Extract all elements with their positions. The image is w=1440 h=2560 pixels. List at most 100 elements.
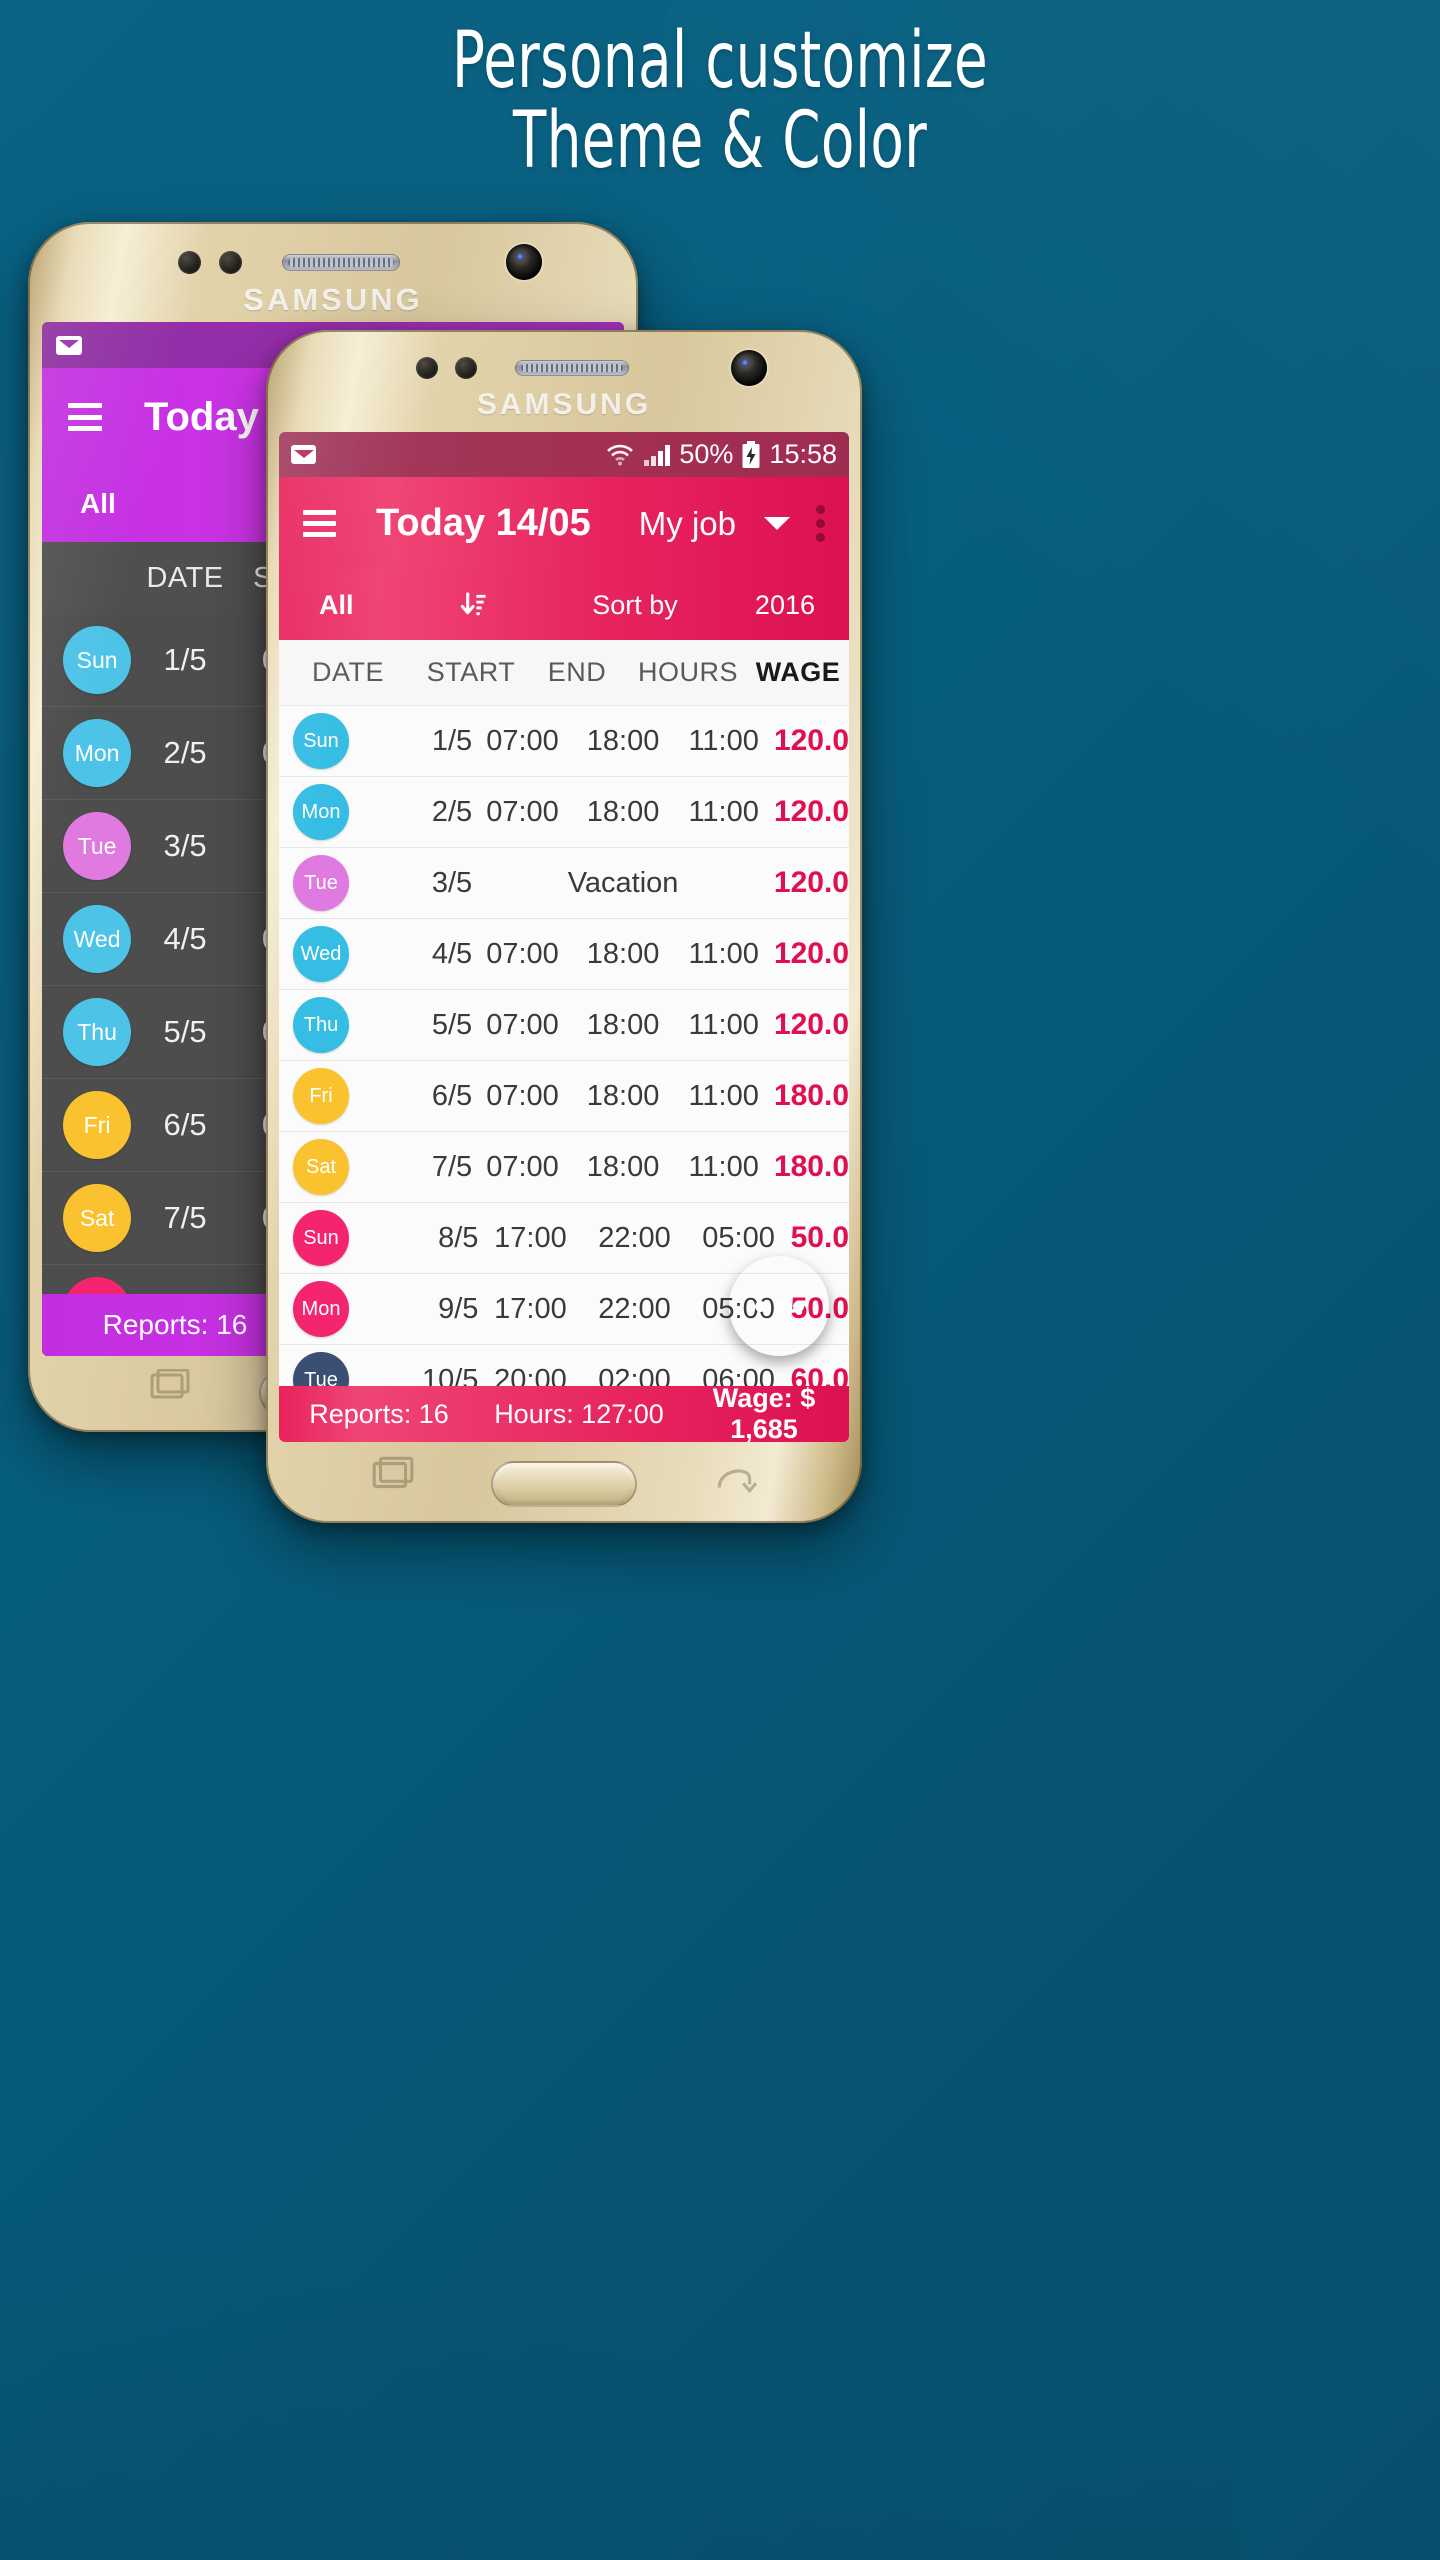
cell-hours: 05:00 [702, 1221, 775, 1254]
job-selector-label: My job [638, 504, 736, 542]
sort-by-button[interactable]: Sort by [549, 590, 721, 621]
more-options-fab[interactable] [729, 1256, 829, 1356]
cell-date: 4/5 [431, 937, 473, 970]
day-chip: Tue [293, 855, 349, 911]
day-chip: Thu [293, 997, 349, 1053]
cell-hours: 11:00 [688, 724, 759, 757]
headline-line-2: Theme & Color [512, 95, 928, 186]
footer-reports: Reports: 16 [309, 1398, 449, 1429]
hamburger-icon[interactable] [68, 403, 102, 431]
cell-end: 18:00 [586, 1008, 660, 1041]
phone-back-brand-label: SAMSUNG [243, 282, 423, 317]
cell-end: 18:00 [586, 1079, 660, 1112]
cell-hours: 11:00 [688, 795, 759, 828]
cell-start: 07:00 [486, 724, 559, 757]
cell-date: 3/5 [431, 866, 473, 899]
cell-date: 4/5 [163, 921, 207, 956]
table-row[interactable]: Thu 5/5 07:00 18:00 11:00 120.0 [279, 990, 849, 1061]
back-nav-icon[interactable] [714, 1458, 758, 1499]
background-shadow [0, 1647, 1294, 2560]
cell-end: 22:00 [598, 1292, 671, 1325]
year-filter-button[interactable]: 2016 [721, 590, 849, 621]
status-bar-clock: 15:58 [769, 439, 837, 469]
recents-nav-icon[interactable] [370, 1456, 416, 1499]
cell-start: 07:00 [486, 1150, 559, 1183]
phone-front-home-button[interactable] [491, 1461, 637, 1507]
cell-wage: 120.0 [773, 937, 849, 970]
cell-date: 5/5 [163, 1014, 207, 1049]
day-chip: Wed [63, 905, 132, 973]
cell-hours: 11:00 [688, 1079, 759, 1112]
phone-front-screen: 50% 15:58 Today 14/05 My job All Sort by… [279, 432, 849, 1442]
front-summary-footer: Reports: 16 Hours: 127:00 Wage: $ 1,685 [279, 1383, 849, 1442]
phone-front-brand-label: SAMSUNG [476, 388, 652, 421]
front-camera-icon [506, 244, 542, 280]
footer-wage: Wage: $ 1,685 [712, 1383, 816, 1442]
col-wage[interactable]: WAGE [747, 657, 849, 688]
cell-date: 1/5 [431, 724, 473, 757]
front-filter-bar: All Sort by 2016 [279, 570, 849, 640]
recents-nav-icon[interactable] [148, 1368, 192, 1410]
cell-start: 07:00 [486, 937, 559, 970]
job-selector[interactable]: My job [639, 505, 790, 543]
cell-date: 7/5 [163, 1200, 207, 1235]
mail-icon [291, 445, 316, 464]
cell-date: 3/5 [163, 828, 207, 863]
table-row[interactable]: Mon 2/5 07:00 18:00 11:00 120.0 [279, 777, 849, 848]
cell-end: 18:00 [586, 724, 660, 757]
day-chip: Mon [293, 784, 349, 840]
cell-start: 07:00 [486, 1008, 559, 1041]
table-row[interactable]: Sat 7/5 07:00 18:00 11:00 180.0 [279, 1132, 849, 1203]
cell-wage: 180.0 [773, 1150, 849, 1183]
sort-descending-icon[interactable] [397, 591, 549, 620]
cell-date: 9/5 [438, 1292, 479, 1325]
cell-hours: 11:00 [688, 1150, 759, 1183]
cell-end: 18:00 [586, 1150, 660, 1183]
phone-back-sensor-cluster [178, 244, 542, 280]
filter-all-button[interactable]: All [319, 590, 397, 621]
table-row[interactable]: Fri 6/5 07:00 18:00 11:00 180.0 [279, 1061, 849, 1132]
table-row[interactable]: Tue 3/5 Vacation 120.0 [279, 848, 849, 919]
back-filter-all[interactable]: All [80, 488, 116, 520]
cell-end: 22:00 [598, 1221, 671, 1254]
col-hours[interactable]: HOURS [629, 657, 747, 688]
col-end[interactable]: END [525, 657, 629, 688]
front-camera-icon [731, 350, 767, 386]
day-chip: Sun [293, 1210, 349, 1266]
earpiece-speaker [282, 253, 400, 271]
cell-date: 7/5 [431, 1150, 473, 1183]
cell-date: 6/5 [163, 1107, 207, 1142]
day-chip: Sat [293, 1139, 349, 1195]
earpiece-speaker [515, 360, 629, 376]
day-chip: Sun [63, 626, 132, 694]
cell-date: 2/5 [431, 795, 473, 828]
kebab-icon[interactable] [816, 505, 825, 542]
mail-icon [56, 335, 82, 355]
proximity-sensor-icon [178, 250, 201, 274]
footer-hours: Hours: 127:00 [494, 1398, 664, 1429]
phone-front-pink-theme: SAMSUNG 50% 15:58 Today 14/05 My job All… [266, 330, 862, 1523]
cell-wage: 120.0 [773, 866, 849, 899]
day-chip: Thu [63, 998, 132, 1066]
cell-start: 17:00 [494, 1292, 567, 1325]
table-row[interactable]: Sun 1/5 07:00 18:00 11:00 120.0 [279, 706, 849, 777]
cell-hours: 11:00 [688, 1008, 759, 1041]
cell-wage: 120.0 [773, 1008, 849, 1041]
front-table-header: DATE START END HOURS WAGE [279, 640, 849, 706]
signal-bars-icon [643, 443, 671, 467]
col-start[interactable]: START [417, 657, 525, 688]
table-row[interactable]: Wed 4/5 07:00 18:00 11:00 120.0 [279, 919, 849, 990]
hamburger-icon[interactable] [303, 510, 336, 537]
phone-front-sensor-cluster [416, 350, 767, 386]
headline-line-1: Personal customize [451, 16, 989, 106]
front-status-bar: 50% 15:58 [279, 432, 849, 477]
cell-vacation: Vacation [567, 866, 679, 899]
light-sensor-icon [219, 250, 242, 274]
cell-end: 18:00 [586, 795, 660, 828]
cell-start: 07:00 [486, 795, 559, 828]
chevron-down-icon [764, 517, 790, 530]
cell-end: 18:00 [586, 937, 660, 970]
col-date[interactable]: DATE [279, 657, 417, 688]
cell-date: 1/5 [163, 642, 207, 677]
cell-wage: 50.0 [790, 1221, 849, 1254]
